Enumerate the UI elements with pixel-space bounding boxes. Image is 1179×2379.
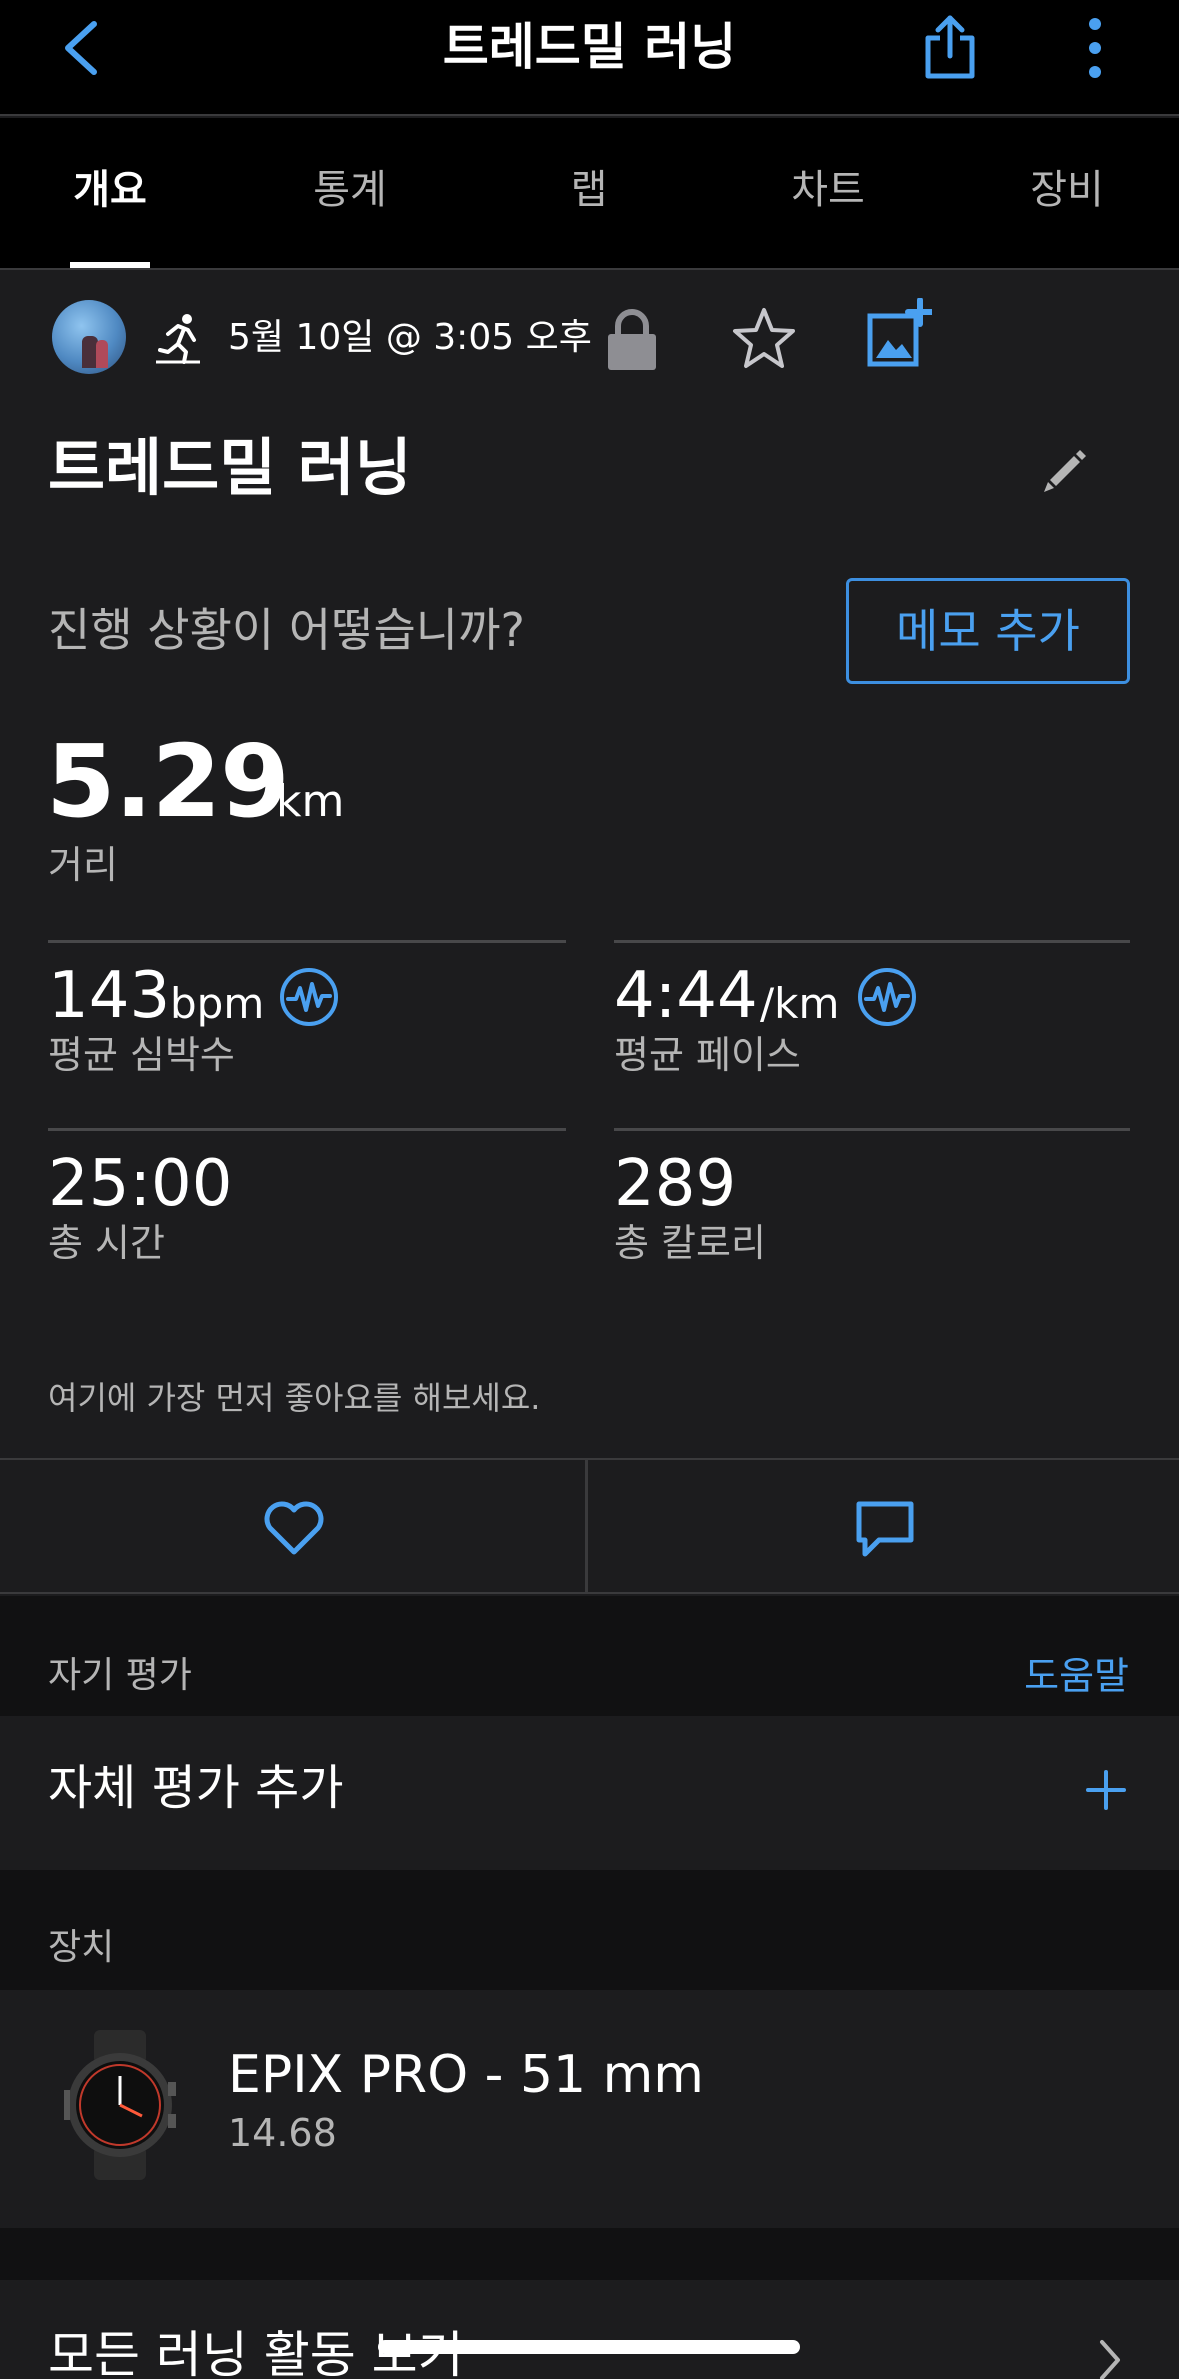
activity-detail-screen: 트레드밀 러닝 개요 통계 랩 차트 장비 5월 10일 @ 3:05 오후 트… [0,0,1179,2379]
divider [48,940,566,943]
divider [614,1128,1130,1131]
add-self-eval-label: 자체 평가 추가 [48,1760,344,1816]
tab-bar: 개요 통계 랩 차트 장비 [0,118,1179,270]
avatar-figure [96,340,108,368]
device-version: 14.68 [228,2111,337,2155]
treadmill-run-icon [156,314,200,364]
device-name: EPIX PRO - 51 mm [228,2045,704,2105]
activity-date: 5월 10일 @ 3:05 오후 [228,317,592,358]
like-prompt: 여기에 가장 먼저 좋아요를 해보세요. [48,1379,541,1417]
chevron-right-icon [1100,2340,1120,2379]
device-row[interactable]: EPIX PRO - 51 mm 14.68 [0,1990,1179,2228]
total-calories-label: 총 칼로리 [614,1221,766,1265]
pace-chart-icon[interactable] [856,966,918,1028]
divider [48,1128,566,1131]
avg-pace-label: 평균 페이스 [614,1033,801,1077]
avatar[interactable] [52,300,126,374]
comment-icon [856,1501,914,1557]
page-title: 트레드밀 러닝 [442,18,737,76]
avg-heart-rate-value: 143 [48,959,171,1033]
tab-gear[interactable]: 장비 [972,162,1162,218]
star-icon[interactable] [732,306,796,370]
device-section-header: 장치 [0,1870,1179,1990]
distance-value: 5.29 [46,723,290,840]
activity-meta-row: 5월 10일 @ 3:05 오후 [0,292,1179,388]
active-tab-indicator [70,262,150,268]
social-action-row [0,1458,1179,1594]
self-eval-section-header: 자기 평가 도움말 [0,1596,1179,1716]
add-memo-button[interactable]: 메모 추가 [846,578,1130,684]
tab-laps[interactable]: 랩 [494,162,684,218]
avg-heart-rate-unit: bpm [170,979,265,1028]
activity-title: 트레드밀 러닝 [48,431,412,504]
heart-icon [264,1501,324,1555]
avg-heart-rate-label: 평균 심박수 [48,1033,235,1077]
more-vertical-icon[interactable] [1080,16,1110,80]
self-eval-section-label: 자기 평가 [48,1655,192,1696]
avg-pace-value: 4:44 [614,959,758,1033]
total-time-value: 25:00 [48,1147,233,1221]
progress-prompt: 진행 상황이 어떻습니까? [48,603,525,657]
total-calories-value: 289 [614,1147,737,1221]
section-spacer [0,2228,1179,2280]
like-button[interactable] [0,1460,588,1592]
distance-label: 거리 [48,843,118,887]
distance-unit: km [276,776,345,827]
tab-charts[interactable]: 차트 [733,162,923,218]
tab-overview[interactable]: 개요 [15,162,205,218]
help-link[interactable]: 도움말 [1024,1650,1129,1702]
device-section-label: 장치 [48,1927,115,1968]
comment-button[interactable] [591,1460,1179,1592]
heart-rate-chart-icon[interactable] [278,966,340,1028]
tab-stats[interactable]: 통계 [255,162,445,218]
lock-icon[interactable] [604,306,660,372]
pencil-icon[interactable] [1040,444,1090,494]
top-nav-bar: 트레드밀 러닝 [0,0,1179,116]
share-icon[interactable] [922,12,978,82]
divider [614,940,1130,943]
avg-pace-unit: /km [760,979,840,1028]
total-time-label: 총 시간 [48,1221,165,1265]
add-photo-icon[interactable] [866,298,932,368]
watch-image-icon [64,2030,176,2180]
add-self-eval-row[interactable]: 자체 평가 추가 [0,1716,1179,1870]
plus-icon[interactable] [1084,1768,1128,1812]
home-indicator[interactable] [378,2340,800,2354]
